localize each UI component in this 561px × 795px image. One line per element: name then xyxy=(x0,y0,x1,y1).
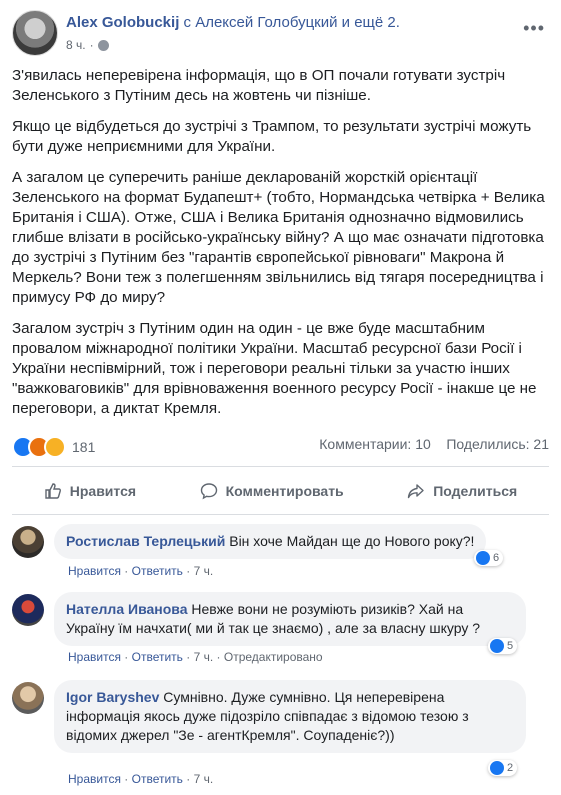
meta-separator: · xyxy=(89,38,94,52)
divider xyxy=(12,514,549,515)
commenter-avatar[interactable] xyxy=(12,594,44,626)
post-meta: 8 ч. · xyxy=(66,38,109,52)
reactions-summary[interactable]: 181 xyxy=(12,436,95,458)
post-paragraph: А загалом це суперечить раніше декларова… xyxy=(12,169,545,306)
globe-icon xyxy=(97,39,109,51)
post-paragraph: Загалом зустріч з Путіним один на один -… xyxy=(12,320,537,417)
share-label: Поделиться xyxy=(433,483,518,499)
commenter-name[interactable]: Ростислав Терлецький xyxy=(66,533,225,549)
comment-icon xyxy=(200,483,217,500)
commenter-name[interactable]: Igor Baryshev xyxy=(66,689,159,705)
comment-item: Ростислав Терлецький Він хоче Майдан ще … xyxy=(12,524,549,584)
comment-reactions[interactable]: 2 xyxy=(488,760,518,776)
stats-right: Комментарии: 10 Поделились: 21 xyxy=(319,436,549,452)
stats-spacer xyxy=(435,436,443,452)
comment-like-count: 6 xyxy=(493,552,500,564)
comment-label: Комментировать xyxy=(225,483,344,499)
comment-actions: Нравится · Ответить · 7 ч. xyxy=(68,564,214,578)
comment-reply-link[interactable]: Ответить xyxy=(132,772,183,786)
comment-like-count: 5 xyxy=(507,640,514,652)
post-stats: 181 Комментарии: 10 Поделились: 21 xyxy=(12,436,549,458)
comment-like-link[interactable]: Нравится xyxy=(68,650,121,664)
post-paragraph: Якщо це відбудеться до зустрічі з Трампо… xyxy=(12,118,532,155)
post-body: З'явилась неперевірена інформація, що в … xyxy=(12,66,547,430)
shares-count[interactable]: Поделились: 21 xyxy=(446,436,549,452)
commenter-avatar[interactable] xyxy=(12,526,44,558)
comment-actions: Нравится · Ответить · 7 ч. · Отредактиро… xyxy=(68,650,323,664)
comment-actions: Нравится · Ответить · 7 ч. xyxy=(68,772,214,786)
author-avatar[interactable] xyxy=(12,10,58,56)
post-time[interactable]: 8 ч. xyxy=(66,38,86,52)
comment-like-link[interactable]: Нравится xyxy=(68,772,121,786)
comment-reply-link[interactable]: Ответить xyxy=(132,564,183,578)
comment-like-count: 2 xyxy=(507,762,514,774)
comment-item: Нателла Иванова Невже вони не розуміють … xyxy=(12,592,549,668)
divider xyxy=(12,466,549,467)
comment-edited[interactable]: Отредактировано xyxy=(224,650,323,664)
like-label: Нравится xyxy=(69,483,137,499)
comment-bubble: Ростислав Терлецький Він хоче Майдан ще … xyxy=(54,524,487,559)
post-actions: Нравится Комментировать Поделиться xyxy=(12,474,549,508)
share-button[interactable]: Поделиться xyxy=(407,482,517,500)
author-line: Alex Golobuckij с Алексей Голобуцкий и е… xyxy=(66,14,400,31)
comments-count[interactable]: Комментарии: 10 xyxy=(319,436,431,452)
post-paragraph: З'явилась неперевірена інформація, що в … xyxy=(12,67,506,104)
like-reaction-icon xyxy=(490,761,504,775)
comment-like-link[interactable]: Нравится xyxy=(68,564,121,578)
tagged-people[interactable]: с Алексей Голобуцкий и ещё 2. xyxy=(184,14,400,31)
like-button[interactable]: Нравится xyxy=(44,482,136,500)
comment-item: Igor Baryshev Сумнівно. Дуже сумнівно. Ц… xyxy=(12,680,549,790)
like-reaction-icon xyxy=(476,551,490,565)
comment-bubble: Нателла Иванова Невже вони не розуміють … xyxy=(54,592,526,646)
comment-reactions[interactable]: 5 xyxy=(488,638,518,654)
thumbs-up-icon xyxy=(45,483,61,499)
sad-reaction-icon xyxy=(44,436,66,458)
post-header: Alex Golobuckij с Алексей Голобуцкий и е… xyxy=(12,10,549,58)
comment-bubble: Igor Baryshev Сумнівно. Дуже сумнівно. Ц… xyxy=(54,680,526,753)
commenter-name[interactable]: Нателла Иванова xyxy=(66,601,188,617)
commenter-avatar[interactable] xyxy=(12,682,44,714)
comment-time[interactable]: 7 ч. xyxy=(194,564,214,578)
comment-button[interactable]: Комментировать xyxy=(200,482,344,500)
more-options-icon[interactable]: ••• xyxy=(523,18,545,39)
comment-text: Він хоче Майдан ще до Нового року?! xyxy=(229,533,475,549)
share-icon xyxy=(407,484,424,499)
comment-time[interactable]: 7 ч. xyxy=(194,650,214,664)
author-name[interactable]: Alex Golobuckij xyxy=(66,14,179,31)
comment-reply-link[interactable]: Ответить xyxy=(132,650,183,664)
like-reaction-icon xyxy=(490,639,504,653)
reaction-count: 181 xyxy=(72,439,96,455)
comment-reactions[interactable]: 6 xyxy=(474,550,504,566)
comment-time[interactable]: 7 ч. xyxy=(194,772,214,786)
